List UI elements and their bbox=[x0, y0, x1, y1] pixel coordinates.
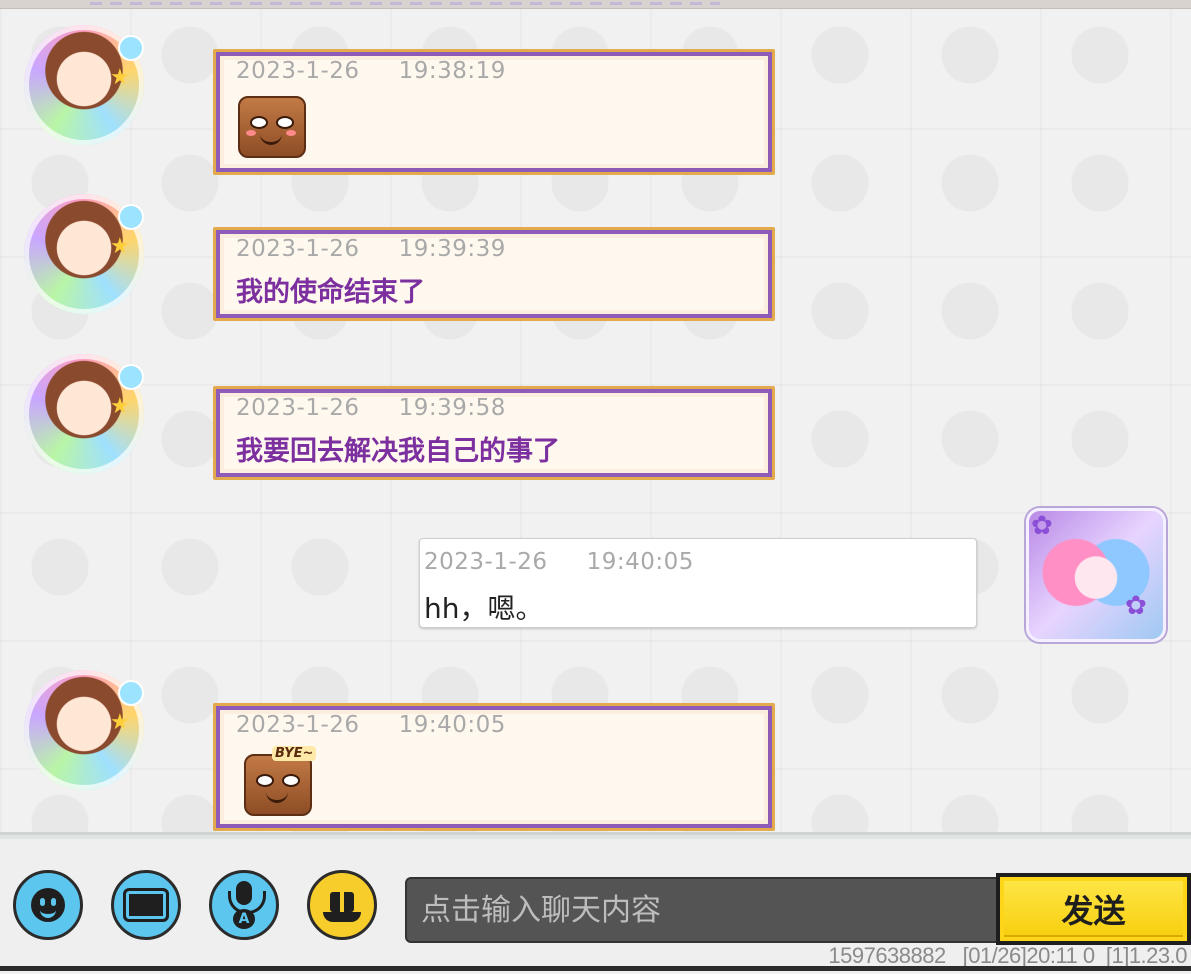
message-bubble: 2023-1-26 19:39:58 我要回去解决我自己的事了 bbox=[213, 386, 775, 480]
emoji-button[interactable] bbox=[13, 870, 83, 940]
keyboard-icon bbox=[123, 888, 169, 922]
other-user-avatar[interactable]: ★ bbox=[24, 25, 144, 145]
gift-icon bbox=[321, 884, 363, 926]
message-timestamp: 2023-1-26 19:40:05 bbox=[236, 712, 506, 738]
voice-mic-icon: A bbox=[224, 881, 266, 929]
message-bubble: 2023-1-26 19:39:39 我的使命结束了 bbox=[213, 227, 775, 321]
chat-message-area[interactable]: ★ 2023-1-26 19:38:19 ★ 2023-1-26 19:39:3… bbox=[0, 0, 1191, 832]
other-user-avatar[interactable]: ★ bbox=[24, 354, 144, 474]
my-avatar[interactable]: ✿ ✿ bbox=[1026, 508, 1166, 642]
other-user-avatar[interactable]: ★ bbox=[24, 194, 144, 314]
chat-text-input[interactable] bbox=[405, 877, 1003, 943]
top-scroll-strip bbox=[0, 0, 1191, 9]
message-timestamp: 2023-1-26 19:38:19 bbox=[236, 58, 506, 84]
my-message-bubble: 2023-1-26 19:40:05 hh，嗯。 bbox=[419, 538, 977, 628]
message-text: 我要回去解决我自己的事了 bbox=[236, 436, 560, 467]
send-button[interactable]: 发送 bbox=[996, 873, 1191, 945]
keyboard-button[interactable] bbox=[111, 870, 181, 940]
voice-input-button[interactable]: A bbox=[209, 870, 279, 940]
gift-button[interactable] bbox=[307, 870, 377, 940]
message-timestamp: 2023-1-26 19:39:58 bbox=[236, 395, 506, 421]
message-timestamp: 2023-1-26 19:39:39 bbox=[236, 236, 506, 262]
message-timestamp: 2023-1-26 19:40:05 bbox=[424, 549, 694, 575]
brown-block-bye-sticker: BYE~ bbox=[244, 746, 317, 816]
message-bubble: 2023-1-26 19:38:19 bbox=[213, 49, 775, 175]
message-bubble: 2023-1-26 19:40:05 BYE~ bbox=[213, 703, 775, 831]
brown-block-smirk-sticker bbox=[238, 96, 306, 158]
message-text: 我的使命结束了 bbox=[236, 277, 425, 308]
bottom-border bbox=[0, 966, 1191, 971]
other-user-avatar[interactable]: ★ bbox=[24, 670, 144, 790]
emoji-icon bbox=[31, 888, 65, 922]
message-text: hh，嗯。 bbox=[424, 592, 544, 625]
